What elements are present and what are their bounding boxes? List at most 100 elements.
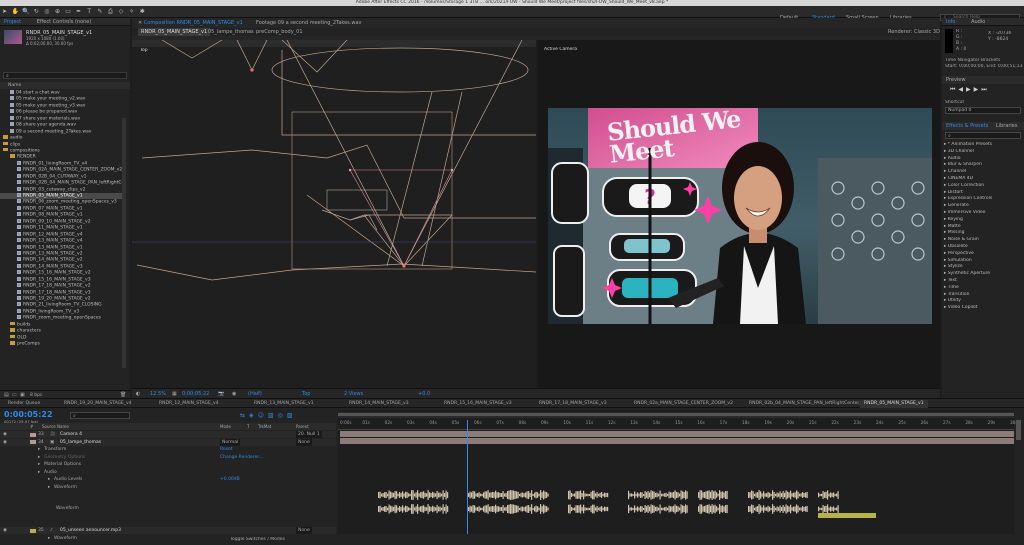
timeline-tab[interactable]: RNDR_15_16_MAIN_STAGE_v3 [440,400,516,408]
time-ruler[interactable]: 0:00s 01s 02s 03s 04s 05s 06s 07s 08s 09s 10s 11s 12… [338,420,1018,430]
play-icon[interactable]: ▶ [966,86,974,93]
navigator-range[interactable] [338,413,1014,416]
layer-row[interactable]: ▸ Geometry Options Change Renderer... [0,454,336,461]
view-select[interactable]: Top [302,391,310,397]
timeline-tab[interactable]: RNDR_14_MAIN_STAGE_v3 [345,400,413,408]
layer-row[interactable]: Waveform [0,491,336,527]
project-item[interactable]: preComps [0,341,122,347]
disclosure-triangle-icon[interactable]: ▸ [48,484,50,491]
timeline-timecode[interactable]: 0:00:05:22 [4,410,53,419]
effect-category[interactable]: ▸ Audio [942,156,1024,163]
stamp-tool-icon[interactable]: ⎙ [107,8,114,15]
effect-category[interactable]: ▸ Generate [942,203,1024,210]
tab-info[interactable]: Info [946,19,955,25]
comp-mini-flowchart-icon[interactable]: ⇆ [240,412,249,419]
motion-blur-icon[interactable]: ◎ [278,412,287,419]
playhead[interactable] [467,420,469,534]
last-frame-icon[interactable]: ⏭ [981,86,989,93]
tab-project[interactable]: Project [4,19,21,25]
timeline-search-input[interactable]: ⌕ [70,412,130,419]
layer-row[interactable]: ◉ 34 ▣ 05_lampe_thomas Normal None [0,438,336,446]
selection-tool-icon[interactable]: ➤ [1,8,8,15]
effect-category[interactable]: ▸ Blur & Sharpen [942,162,1024,169]
bpc-label[interactable]: 8 bpc [30,393,42,398]
effect-category[interactable]: ▸ CINEMA 4D [942,176,1024,183]
effect-category[interactable]: ▸ Video Copilot [942,305,1024,312]
resolution-select[interactable]: (Half) [248,391,262,397]
disclosure-triangle-icon[interactable]: ▸ [38,446,40,453]
tab-effects-presets[interactable]: Effects & Presets [946,123,988,129]
zoom-tool-icon[interactable]: 🔍 [22,8,29,15]
timeline-tab[interactable]: RNDR_13_MAIN_STAGE_v1 [250,400,318,408]
roto-tool-icon[interactable]: ✧ [128,8,135,15]
effect-category[interactable]: ▸ Distort [942,190,1024,197]
toggle-switches-modes[interactable]: Toggle Switches / Modes [230,537,285,542]
lampe-layer-bar[interactable] [340,438,1014,444]
effect-category[interactable]: ▸ Time [942,285,1024,292]
disclosure-triangle-icon[interactable]: ▸ [38,469,40,476]
tab-footage[interactable]: Footage 09 a second meeting_2Takes.wav [256,19,362,27]
effect-category[interactable]: ▸ Simulation [942,258,1024,265]
hand-tool-icon[interactable]: ✋ [12,8,19,15]
effect-category[interactable]: ▸ Transition [942,292,1024,299]
effect-category[interactable]: ▸ 3D Channel [942,149,1024,156]
timeline-tab[interactable]: RNDR_19_20_MAIN_STAGE_v4 [60,400,136,408]
disclosure-triangle-icon[interactable]: ▸ [48,476,50,483]
close-icon[interactable]: ✕ [138,20,142,26]
label-color-swatch[interactable] [30,440,36,444]
breadcrumb-item[interactable]: RNDR_05_MAIN_STAGE_v1 [138,28,211,36]
puppet-tool-icon[interactable]: ✱ [139,8,146,15]
layer-row[interactable]: ◉ 33 🎥 Camera 4 20. Null 1 [0,431,336,438]
effect-category[interactable]: ▸ * Animation Presets [942,142,1024,149]
tab-render-queue[interactable]: Render Queue [4,400,44,408]
exposure-value[interactable]: +0.0 [418,391,430,397]
breadcrumb-item[interactable]: preComp_body_01 [256,28,303,36]
work-area-bar[interactable] [338,412,1014,418]
timeline-tab[interactable]: RNDR_12_MAIN_STAGE_v4 [155,400,223,408]
effect-category[interactable]: ▸ Missing [942,230,1024,237]
project-scrollbar[interactable] [122,118,126,368]
timeline-track-area[interactable]: 0:00s 01s 02s 03s 04s 05s 06s 07s 08s 09s 10s 11s 12… [338,410,1018,534]
effects-search-input[interactable]: ⌕ [945,132,1021,139]
snapshot-icon[interactable]: 📷 [218,391,224,397]
tab-libraries[interactable]: Libraries [996,123,1018,129]
property-value[interactable]: +0.00dB [220,476,240,483]
draft-3d-icon[interactable]: ◈ [249,412,258,419]
layer-row[interactable]: ▸ Audio Levels +0.00dB [0,476,336,483]
channel-icon[interactable]: ◉ [232,391,236,397]
effect-category[interactable]: ▸ Color Correction [942,183,1024,190]
effect-category[interactable]: ▸ Synthetic Aperture [942,271,1024,278]
tab-effect-controls[interactable]: Effect Controls (none) [37,19,92,25]
layer-row[interactable]: ◉ 35 ♪ 05_unseen announcer.mp3 None [0,527,336,534]
timeline-tab-active[interactable]: RNDR_05_MAIN_STAGE_v1 [860,400,928,408]
column-header-name[interactable]: Name [0,82,130,89]
label-color-swatch[interactable] [30,528,36,533]
renderer-label[interactable]: Renderer: Classic 3D [888,28,940,36]
effect-category[interactable]: ▸ Keying [942,217,1024,224]
preview-panel-title[interactable]: Preview [942,76,1024,84]
effect-category[interactable]: ▸ Expression Controls [942,196,1024,203]
column-mode[interactable]: Mode [220,423,231,430]
magnification-icon[interactable]: ◐ [136,391,140,397]
viewer-timecode[interactable]: 0;00;05;22 [182,391,209,397]
layer-row[interactable]: ▸ Audio [0,469,336,476]
timeline-tab[interactable]: RNDR_02a_MAIN_STAGE_CENTER_ZOOM_v2 [630,400,737,408]
parent-select[interactable]: None [296,438,312,446]
frame-blending-icon[interactable]: ▥ [268,412,278,419]
effect-category[interactable]: ▸ Perspective [942,251,1024,258]
graph-editor-icon[interactable]: ▨ [287,412,297,419]
pan-behind-tool-icon[interactable]: ⊕ [54,8,61,15]
layer-row[interactable]: ▸ Waveform [0,535,336,542]
column-number[interactable]: # [30,423,33,430]
visibility-eye-icon[interactable]: ◉ [3,431,7,438]
zoom-level[interactable]: 12.5% [150,391,166,397]
timeline-scrollbar[interactable] [1016,420,1021,440]
layer-row[interactable]: ▸ Transform Reset [0,446,336,453]
brush-tool-icon[interactable]: ✎ [96,8,103,15]
layer-row[interactable]: ▸ Material Options [0,461,336,468]
parent-select[interactable]: None [296,527,312,534]
top-view-viewer[interactable]: Top [132,40,536,388]
project-search-input[interactable]: ⌕ [3,72,127,79]
layer-row[interactable]: ▸ Waveform [0,484,336,491]
visibility-eye-icon[interactable]: ◉ [3,527,7,534]
